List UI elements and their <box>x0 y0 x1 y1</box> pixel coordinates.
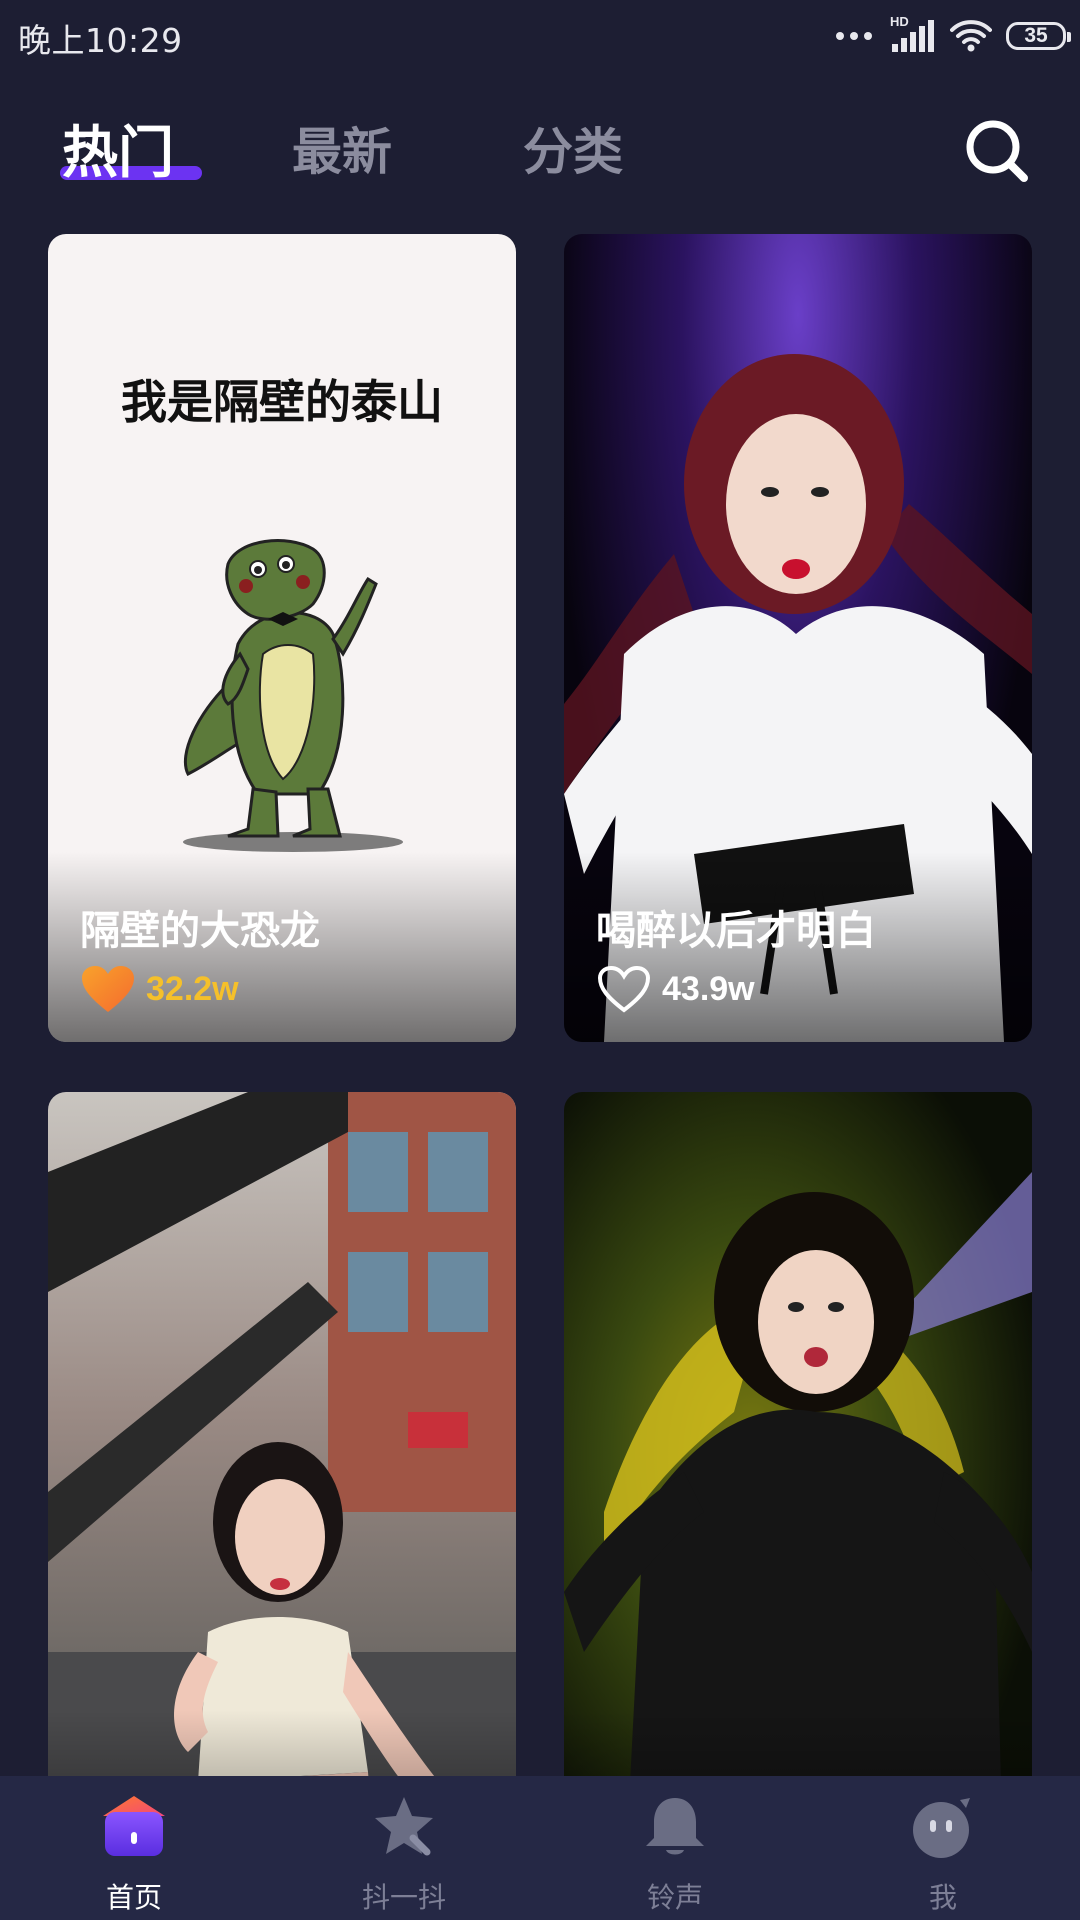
status-time: 晚上10:29 <box>18 21 183 60</box>
profile-face-icon <box>913 1798 970 1858</box>
home-icon <box>103 1796 165 1856</box>
heart-outline-icon[interactable] <box>596 964 652 1014</box>
like-counter[interactable]: 32.2w <box>80 964 239 1014</box>
shake-star-icon <box>375 1797 433 1856</box>
video-image-caption: 我是隔壁的泰山 <box>121 375 443 429</box>
video-title: 隔壁的大恐龙 <box>80 908 320 954</box>
nav-ringtones[interactable]: 铃声 <box>575 1776 775 1920</box>
network-type-label: HD <box>890 14 909 29</box>
status-icons: HD 35 <box>836 14 1071 58</box>
battery-level: 35 <box>1024 24 1048 47</box>
like-count: 32.2w <box>146 969 239 1008</box>
status-bar: 晚上10:29 HD 35 <box>0 0 1080 76</box>
dinosaur-illustration <box>183 539 403 852</box>
nav-label: 我 <box>928 1881 957 1914</box>
nav-label: 首页 <box>105 1881 162 1914</box>
tab-hot[interactable]: 热门 <box>62 108 174 189</box>
bottom-navigation: 首页 抖一抖 铃声 我 <box>0 1776 1080 1920</box>
nav-label: 铃声 <box>646 1881 703 1914</box>
like-count: 43.9w <box>662 969 755 1008</box>
battery-icon: 35 <box>1006 22 1071 50</box>
video-card[interactable]: 喝醉以后才明白 43.9w <box>564 234 1032 1042</box>
wifi-icon <box>950 20 992 52</box>
tab-categories[interactable]: 分类 <box>523 112 623 184</box>
nav-profile[interactable]: 我 <box>843 1776 1043 1920</box>
nav-shake[interactable]: 抖一抖 <box>304 1776 504 1920</box>
tab-latest[interactable]: 最新 <box>292 112 392 184</box>
video-card[interactable]: 我是隔壁的泰山 隔壁的大恐龙 32.2w <box>48 234 516 1042</box>
nav-label: 抖一抖 <box>361 1881 446 1914</box>
like-counter[interactable]: 43.9w <box>596 964 755 1014</box>
search-icon[interactable] <box>962 116 1032 186</box>
nav-home[interactable]: 首页 <box>34 1776 234 1920</box>
more-notifications-icon <box>836 32 872 40</box>
heart-filled-icon[interactable] <box>80 964 136 1014</box>
video-title: 喝醉以后才明白 <box>596 908 876 954</box>
bell-icon <box>646 1798 704 1855</box>
category-tabs: 热门 最新 分类 <box>0 100 1080 210</box>
cellular-signal-icon: HD <box>890 14 936 56</box>
